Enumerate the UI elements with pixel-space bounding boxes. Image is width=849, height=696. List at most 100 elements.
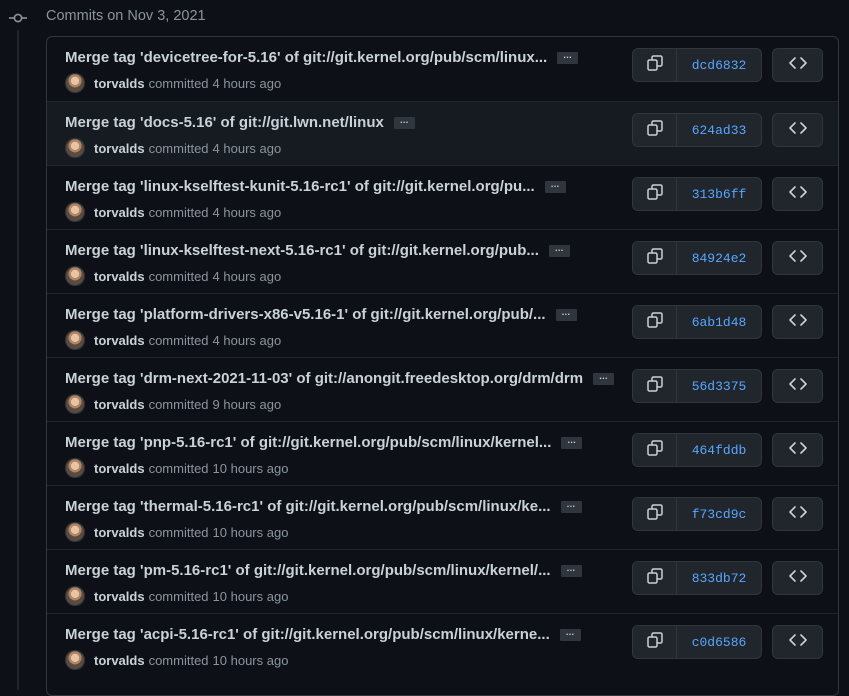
expand-message-button[interactable]: … [555,307,577,321]
expand-message-button[interactable]: … [561,435,583,449]
commit-row: Merge tag 'thermal-5.16-rc1' of git://gi… [47,485,838,549]
browse-repo-button[interactable] [772,625,823,659]
commit-meta: torvalds committed 10 hours ago [65,522,288,542]
expand-message-button[interactable]: … [593,371,615,385]
commit-row: Merge tag 'linux-kselftest-next-5.16-rc1… [47,229,838,293]
copy-sha-button[interactable] [633,242,677,274]
code-icon [788,121,807,140]
avatar[interactable] [65,202,85,222]
expand-message-button[interactable]: … [560,563,582,577]
author-link[interactable]: torvalds [94,205,145,220]
code-icon [788,185,807,204]
commit-meta: torvalds committed 4 hours ago [65,73,281,93]
committed-label: committed [148,204,209,220]
author-link[interactable]: torvalds [94,461,145,476]
avatar[interactable] [65,330,85,350]
copy-icon [646,375,664,398]
copy-sha-button[interactable] [633,114,677,146]
avatar[interactable] [65,138,85,158]
browse-repo-button[interactable] [772,241,823,275]
author-link[interactable]: torvalds [94,589,145,604]
author-link[interactable]: torvalds [94,333,145,348]
commit-title-link[interactable]: Merge tag 'drm-next-2021-11-03' of git:/… [65,370,583,387]
author-link[interactable]: torvalds [94,141,145,156]
commit-sha-link[interactable]: 56d3375 [677,370,761,402]
avatar[interactable] [65,394,85,414]
copy-sha-button[interactable] [633,562,677,594]
browse-repo-button[interactable] [772,433,823,467]
commit-title-link[interactable]: Merge tag 'acpi-5.16-rc1' of git://git.k… [65,626,550,643]
committed-label: committed [148,140,209,156]
sha-button-group: 56d3375 [632,369,762,403]
copy-sha-button[interactable] [633,370,677,402]
avatar[interactable] [65,266,85,286]
commit-title-link[interactable]: Merge tag 'thermal-5.16-rc1' of git://gi… [65,498,551,515]
commit-title-link[interactable]: Merge tag 'linux-kselftest-next-5.16-rc1… [65,242,539,259]
author-link[interactable]: torvalds [94,397,145,412]
commit-sha-link[interactable]: 6ab1d48 [677,306,761,338]
commit-title-link[interactable]: Merge tag 'docs-5.16' of git://git.lwn.n… [65,114,384,131]
commit-meta: torvalds committed 10 hours ago [65,586,288,606]
commit-sha-link[interactable]: 464fddb [677,434,761,466]
expand-message-button[interactable]: … [560,499,582,513]
expand-message-button[interactable]: … [393,115,415,129]
commit-sha-link[interactable]: 313b6ff [677,178,761,210]
avatar[interactable] [65,586,85,606]
commit-title-link[interactable]: Merge tag 'devicetree-for-5.16' of git:/… [65,49,547,66]
browse-repo-button[interactable] [772,305,823,339]
expand-message-button[interactable]: … [544,179,566,193]
copy-sha-button[interactable] [633,49,677,81]
code-icon [788,313,807,332]
commit-sha-link[interactable]: dcd6832 [677,49,761,81]
author-link[interactable]: torvalds [94,269,145,284]
author-link[interactable]: torvalds [94,653,145,668]
copy-sha-button[interactable] [633,434,677,466]
commit-title-line: Merge tag 'devicetree-for-5.16' of git:/… [65,49,579,66]
code-icon [788,249,807,268]
commit-row: Merge tag 'linux-kselftest-kunit-5.16-rc… [47,165,838,229]
avatar[interactable] [65,522,85,542]
avatar[interactable] [65,650,85,670]
expand-message-button[interactable]: … [559,627,581,641]
copy-sha-button[interactable] [633,626,677,658]
browse-repo-button[interactable] [772,48,823,82]
author-link[interactable]: torvalds [94,525,145,540]
commit-title-link[interactable]: Merge tag 'platform-drivers-x86-v5.16-1'… [65,306,546,323]
browse-repo-button[interactable] [772,561,823,595]
relative-time: 10 hours ago [212,460,289,476]
copy-icon [646,119,664,142]
commit-group-date: Commits on Nov 3, 2021 [46,8,206,24]
browse-repo-button[interactable] [772,497,823,531]
copy-icon [646,567,664,590]
copy-sha-button[interactable] [633,306,677,338]
commit-sha-link[interactable]: c0d6586 [677,626,761,658]
committed-label: committed [148,460,209,476]
browse-repo-button[interactable] [772,177,823,211]
expand-message-button[interactable]: … [548,243,570,257]
committed-label: committed [148,396,209,412]
code-icon [788,505,807,524]
expand-message-button[interactable]: … [557,50,579,64]
browse-repo-button[interactable] [772,369,823,403]
sha-button-group: 624ad33 [632,113,762,147]
commit-title-link[interactable]: Merge tag 'pnp-5.16-rc1' of git://git.ke… [65,434,551,451]
relative-time: 10 hours ago [212,524,289,540]
commit-sha-link[interactable]: 624ad33 [677,114,761,146]
commit-sha-link[interactable]: 833db72 [677,562,761,594]
avatar[interactable] [65,73,85,93]
commit-sha-link[interactable]: f73cd9c [677,498,761,530]
browse-repo-button[interactable] [772,113,823,147]
copy-sha-button[interactable] [633,178,677,210]
avatar[interactable] [65,458,85,478]
author-link[interactable]: torvalds [94,76,145,91]
commit-sha-link[interactable]: 84924e2 [677,242,761,274]
commit-title-link[interactable]: Merge tag 'linux-kselftest-kunit-5.16-rc… [65,178,535,195]
commit-group-header: Commits on Nov 3, 2021 [0,0,849,36]
relative-time: 4 hours ago [212,140,282,156]
commit-title-link[interactable]: Merge tag 'pm-5.16-rc1' of git://git.ker… [65,562,551,579]
commit-meta: torvalds committed 9 hours ago [65,394,281,414]
commit-meta: torvalds committed 10 hours ago [65,458,288,478]
committed-label: committed [148,524,209,540]
copy-sha-button[interactable] [633,498,677,530]
code-icon [788,377,807,396]
